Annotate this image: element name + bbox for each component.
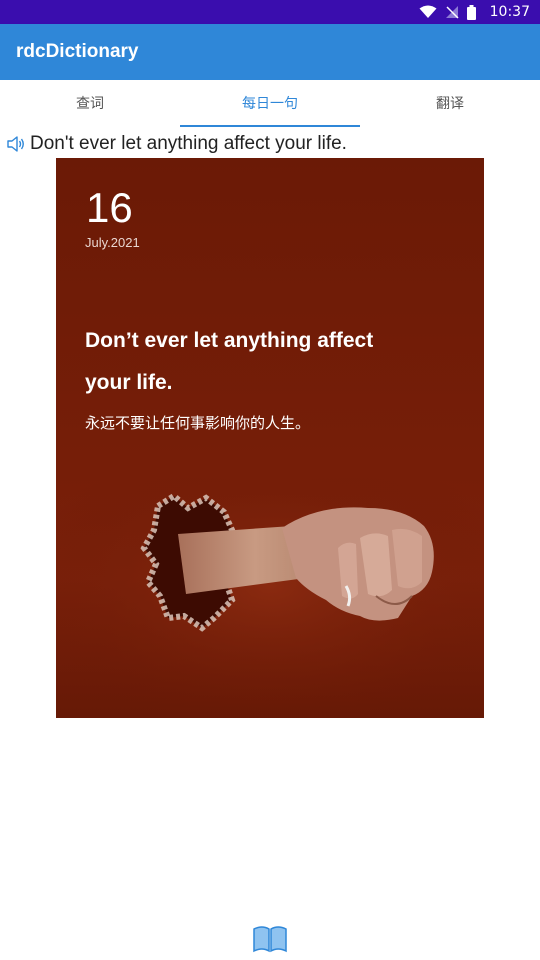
tab-translate[interactable]: 翻译	[360, 80, 540, 128]
speaker-icon[interactable]	[6, 134, 26, 154]
book-icon[interactable]	[252, 924, 288, 954]
card-chinese-quote: 永远不要让任何事影响你的人生。	[85, 414, 311, 432]
status-time: 10:37	[489, 4, 530, 20]
card-date: July.2021	[85, 235, 140, 250]
daily-sentence-row: Don't ever let anything affect your life…	[6, 130, 347, 158]
tab-indicator	[180, 125, 360, 127]
tab-daily-sentence[interactable]: 每日一句	[180, 80, 360, 128]
signal-off-icon	[445, 6, 459, 19]
status-bar: 10:37	[0, 0, 540, 24]
daily-sentence-card: 16 July.2021 Don’t ever let anything aff…	[56, 158, 484, 718]
status-icons: 10:37	[419, 0, 530, 24]
battery-icon	[466, 4, 476, 20]
app-bar: rdcDictionary	[0, 24, 540, 80]
fist-illustration	[56, 478, 484, 718]
card-day: 16	[86, 184, 133, 231]
tab-bar: 查词 每日一句 翻译	[0, 80, 540, 128]
app-title: rdcDictionary	[16, 41, 139, 62]
card-english-quote: Don’t ever let anything affect your life…	[85, 329, 374, 394]
daily-sentence-text: Don't ever let anything affect your life…	[30, 133, 347, 154]
tab-lookup[interactable]: 查词	[0, 80, 180, 128]
wifi-icon	[419, 5, 437, 18]
